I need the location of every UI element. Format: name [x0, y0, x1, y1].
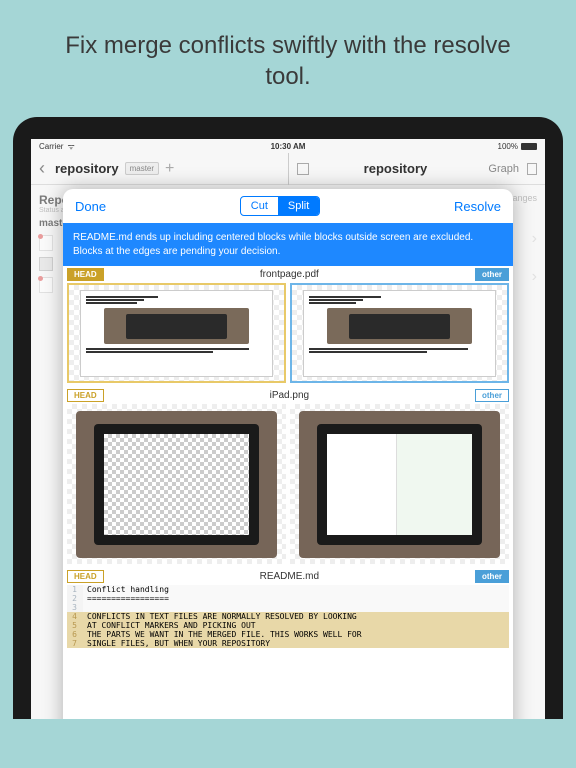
file-name: frontpage.pdf — [108, 269, 471, 280]
modal-toolbar: Done Cut Split Resolve — [63, 189, 513, 223]
add-icon[interactable]: + — [165, 160, 174, 178]
code-text — [83, 603, 509, 612]
code-text: ================= — [83, 594, 509, 603]
code-text: at conflict markers and picking out — [83, 621, 509, 630]
image-icon — [39, 257, 53, 271]
file-header-frontpage: HEAD frontpage.pdf other — [63, 266, 513, 283]
file-name: iPad.png — [108, 390, 471, 401]
diff-pane-other[interactable] — [290, 283, 509, 383]
file-icon — [39, 235, 53, 251]
nav-title-right: repository — [364, 161, 428, 176]
view-mode-segmented[interactable]: Cut Split — [240, 196, 321, 216]
file-header-readme: HEAD README.md other — [63, 568, 513, 585]
line-number: 2 — [67, 594, 83, 603]
line-number: 3 — [67, 603, 83, 612]
diff-pane-head[interactable] — [67, 404, 286, 564]
other-badge[interactable]: other — [475, 268, 509, 281]
code-text: Conflict handling — [83, 585, 509, 594]
hero-caption: Fix merge conflicts swiftly with the res… — [0, 0, 576, 117]
changes-tab[interactable]: anges — [512, 193, 537, 203]
status-bar: Carrier ᯤ 10:30 AM 100% — [31, 139, 545, 153]
head-badge[interactable]: HEAD — [67, 268, 104, 281]
code-block[interactable]: 1Conflict handling 2================= 3 … — [67, 585, 509, 648]
ipad-preview — [299, 411, 500, 558]
back-chevron-icon[interactable]: ‹ — [39, 158, 45, 179]
file-header-ipad: HEAD iPad.png other — [63, 387, 513, 404]
resolve-modal: Done Cut Split Resolve README.md ends up… — [63, 189, 513, 719]
diff-pane-other[interactable] — [290, 404, 509, 564]
ipad-screen: Carrier ᯤ 10:30 AM 100% ‹ repository mas… — [31, 139, 545, 719]
battery-pct: 100% — [498, 142, 518, 151]
wifi-icon: ᯤ — [67, 141, 74, 152]
file-icon — [39, 277, 53, 293]
other-badge[interactable]: other — [475, 570, 509, 583]
clock: 10:30 AM — [271, 142, 306, 151]
graph-button[interactable]: Graph — [488, 163, 519, 175]
checkbox-icon[interactable] — [297, 163, 309, 175]
line-number: 4 — [67, 612, 83, 621]
nav-bar: ‹ repository master + repository Graph — [31, 153, 545, 185]
head-badge[interactable]: HEAD — [67, 570, 104, 583]
done-button[interactable]: Done — [75, 199, 106, 214]
other-badge[interactable]: other — [475, 389, 509, 402]
line-number: 7 — [67, 639, 83, 648]
share-icon[interactable] — [527, 163, 537, 175]
seg-split[interactable]: Split — [278, 197, 319, 215]
code-text: Conflicts in text files are normally res… — [83, 612, 509, 621]
resolve-scroll[interactable]: HEAD frontpage.pdf other — [63, 266, 513, 719]
line-number: 6 — [67, 630, 83, 639]
diff-pane-head[interactable] — [67, 283, 286, 383]
instruction-banner: README.md ends up including centered blo… — [63, 223, 513, 266]
code-text: single files, but when your repository — [83, 639, 509, 648]
head-badge[interactable]: HEAD — [67, 389, 104, 402]
line-number: 1 — [67, 585, 83, 594]
carrier-label: Carrier — [39, 142, 63, 151]
branch-badge[interactable]: master — [125, 162, 159, 175]
resolve-button[interactable]: Resolve — [454, 199, 501, 214]
file-name: README.md — [108, 571, 471, 582]
code-text: the parts we want in the merged file. Th… — [83, 630, 509, 639]
seg-cut[interactable]: Cut — [241, 197, 278, 215]
ipad-preview — [76, 411, 277, 558]
ipad-frame: Carrier ᯤ 10:30 AM 100% ‹ repository mas… — [13, 117, 563, 719]
nav-title-left: repository — [55, 161, 119, 176]
line-number: 5 — [67, 621, 83, 630]
battery-icon — [521, 143, 537, 150]
